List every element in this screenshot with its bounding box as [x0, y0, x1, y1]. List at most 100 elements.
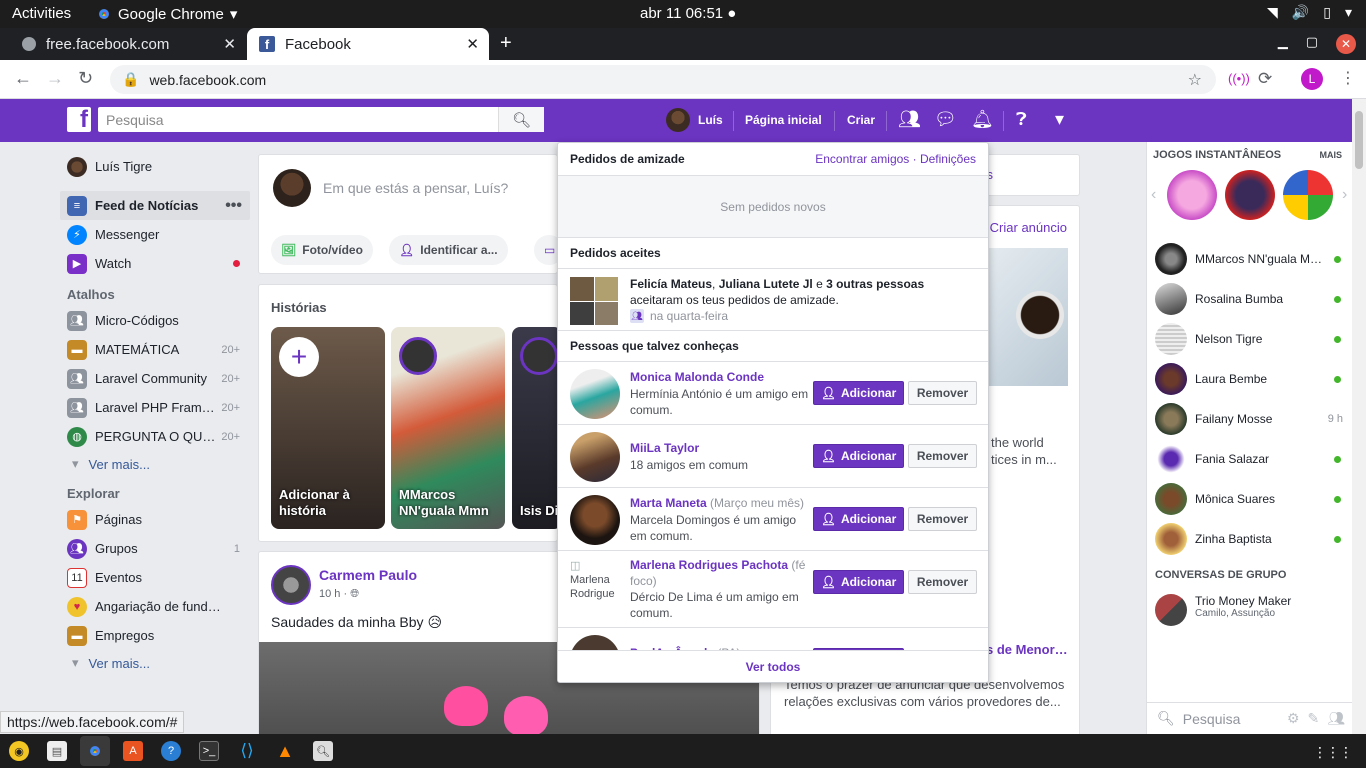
- post-author[interactable]: Carmem Paulo: [319, 567, 417, 583]
- chevron-right-icon[interactable]: ›: [1342, 186, 1347, 204]
- see-all-link[interactable]: Ver todos: [558, 650, 988, 682]
- help-icon[interactable]: ?: [161, 741, 181, 761]
- account-menu-chevron-icon[interactable]: ▾: [1055, 109, 1064, 130]
- sidebar-item-fundraisers[interactable]: ♥ Angariação de fund…: [60, 592, 250, 621]
- sidebar-item-shortcut[interactable]: 👥︎ Laravel PHP Fram… 20+: [60, 393, 250, 422]
- bookmark-star-icon[interactable]: ☆: [1188, 70, 1202, 90]
- sidebar-profile[interactable]: Luís Tigre: [60, 152, 250, 181]
- broken-avatar-image[interactable]: ◫ Marlena Rodrigue: [570, 559, 620, 609]
- omnibox[interactable]: 🔒 web.facebook.com ☆: [110, 65, 1216, 94]
- group-chat-item[interactable]: Trio Money Maker Camilo, Assunção: [1155, 594, 1291, 626]
- show-apps-grid-icon[interactable]: ⋮⋮⋮: [1313, 744, 1353, 761]
- avatar[interactable]: [271, 565, 311, 605]
- clock[interactable]: abr 11 06:51 ●: [640, 5, 736, 22]
- chrome-taskbar-icon[interactable]: [80, 736, 110, 766]
- pymk-name[interactable]: Marta Maneta (Março meu mês): [630, 496, 804, 510]
- game-thumbnail[interactable]: [1283, 170, 1333, 220]
- chat-contact[interactable]: Failany Mosse 9 h: [1155, 399, 1349, 439]
- image-viewer-icon[interactable]: 🔍︎: [313, 741, 333, 761]
- facebook-logo-icon[interactable]: f: [67, 107, 91, 132]
- add-friend-button[interactable]: 👤︎Adicionar: [813, 507, 904, 531]
- chat-contact[interactable]: Mônica Suares: [1155, 479, 1349, 519]
- remove-suggestion-button[interactable]: Remover: [908, 507, 977, 531]
- software-center-icon[interactable]: A: [123, 741, 143, 761]
- chat-contact[interactable]: Laura Bembe: [1155, 359, 1349, 399]
- help-icon[interactable]: ❓︎: [1016, 109, 1027, 130]
- chat-contact[interactable]: MMarcos NN'guala M…: [1155, 239, 1349, 279]
- add-friend-button[interactable]: 👤︎Adicionar: [813, 444, 904, 468]
- rhythmbox-icon[interactable]: ◉: [9, 741, 29, 761]
- chevron-left-icon[interactable]: ‹: [1151, 186, 1156, 204]
- reload-icon[interactable]: ↻: [78, 68, 93, 89]
- accepted-notification[interactable]: Felicía Mateus, Juliana Lutete Jl e 3 ou…: [558, 269, 988, 331]
- close-tab-icon[interactable]: ✕: [223, 35, 236, 53]
- scrollbar-thumb[interactable]: [1355, 111, 1363, 169]
- pymk-name[interactable]: MiiLa Taylor: [630, 441, 699, 455]
- more-options-icon[interactable]: •••: [225, 197, 242, 215]
- add-friend-button[interactable]: 👤︎Adicionar: [813, 381, 904, 405]
- sidebar-item-pages[interactable]: ⚑ Páginas: [60, 505, 250, 534]
- sidebar-item-groups[interactable]: 👥︎ Grupos 1: [60, 534, 250, 563]
- chat-contact[interactable]: Zinha Baptista: [1155, 519, 1349, 559]
- game-thumbnail[interactable]: [1225, 170, 1275, 220]
- sidebar-item-messenger[interactable]: ⚡︎ Messenger: [60, 220, 250, 249]
- remove-suggestion-button[interactable]: Remover: [908, 444, 977, 468]
- extension-icon[interactable]: ((•)): [1228, 71, 1250, 86]
- find-friends-link[interactable]: Encontrar amigos: [815, 152, 909, 166]
- more-games-link[interactable]: MAIS: [1320, 150, 1343, 160]
- menu-kebab-icon[interactable]: ⋮: [1340, 68, 1356, 88]
- composer-input[interactable]: Em que estás a pensar, Luís?: [323, 180, 508, 196]
- chat-contact[interactable]: Nelson Tigre: [1155, 319, 1349, 359]
- sidebar-item-events[interactable]: 11 Eventos: [60, 563, 250, 592]
- tag-friends-button[interactable]: 👤︎ Identificar a...: [389, 235, 508, 265]
- sidebar-item-shortcut[interactable]: ▬ MATEMÁTICA 20+: [60, 335, 250, 364]
- compose-icon[interactable]: ✎: [1307, 710, 1319, 727]
- close-tab-icon[interactable]: ✕: [466, 35, 479, 53]
- app-menu[interactable]: Google Chrome ▾: [96, 5, 237, 23]
- game-thumbnail[interactable]: [1167, 170, 1217, 220]
- new-tab-button[interactable]: +: [500, 32, 512, 55]
- messenger-icon[interactable]: 💬︎: [934, 109, 957, 130]
- pymk-name[interactable]: Marlena Rodrigues Pachota (fé foco): [630, 557, 810, 589]
- back-icon[interactable]: ←: [14, 68, 32, 89]
- header-profile-link[interactable]: Luís: [666, 108, 723, 132]
- extension-reload-icon[interactable]: ⟳: [1258, 69, 1272, 89]
- sidebar-item-watch[interactable]: ▶ Watch: [60, 249, 250, 278]
- forward-icon[interactable]: →: [46, 68, 64, 89]
- sidebar-item-shortcut[interactable]: 👥︎ Micro-Códigos: [60, 306, 250, 335]
- page-scrollbar[interactable]: [1352, 99, 1366, 734]
- files-icon[interactable]: ▤: [47, 741, 67, 761]
- activities-button[interactable]: Activities: [12, 5, 71, 22]
- chat-contact[interactable]: Rosalina Bumba: [1155, 279, 1349, 319]
- notifications-bell-icon[interactable]: 🔔︎: [971, 109, 994, 130]
- see-more-shortcuts-link[interactable]: ▾ Ver mais...: [60, 451, 250, 477]
- chat-contact[interactable]: Fania Salazar: [1155, 439, 1349, 479]
- remove-suggestion-button[interactable]: Remover: [908, 381, 977, 405]
- story-add[interactable]: + Adicionar à história: [271, 327, 385, 529]
- close-window-icon[interactable]: ✕: [1336, 34, 1356, 54]
- group-add-icon[interactable]: 👥︎: [1327, 710, 1345, 727]
- minimize-icon[interactable]: ▁: [1278, 34, 1288, 54]
- remove-suggestion-button[interactable]: Remover: [908, 570, 977, 594]
- gear-icon[interactable]: ⚙: [1287, 710, 1300, 727]
- tab-facebook[interactable]: f Facebook ✕: [247, 28, 489, 60]
- avatar[interactable]: [570, 432, 620, 482]
- story-item[interactable]: Isis Di: [512, 327, 562, 529]
- avatar[interactable]: [570, 495, 620, 545]
- home-link[interactable]: Página inicial: [745, 113, 822, 127]
- pymk-name[interactable]: Monica Malonda Conde: [630, 370, 764, 384]
- create-ad-link[interactable]: Criar anúncio: [990, 220, 1067, 235]
- photo-video-button[interactable]: 🖼︎ Foto/vídeo: [271, 235, 373, 265]
- sidebar-item-news-feed[interactable]: ≡ Feed de Notícias •••: [60, 191, 250, 220]
- create-link[interactable]: Criar: [847, 113, 875, 127]
- search-icon[interactable]: 🔍︎: [498, 107, 544, 132]
- vscode-icon[interactable]: ⟨⟩: [237, 741, 257, 761]
- system-tray[interactable]: ◥ 🔊 ▯ ▾: [1267, 4, 1352, 21]
- chat-search-input[interactable]: 🔍︎ Pesquisa ⚙ ✎ 👥︎: [1147, 702, 1353, 734]
- sidebar-item-shortcut[interactable]: ◍ PERGUNTA O QU… 20+: [60, 422, 250, 451]
- tab-free-facebook[interactable]: free.facebook.com ✕: [10, 28, 246, 60]
- see-more-explore-link[interactable]: ▾ Ver mais...: [60, 650, 250, 676]
- add-friend-button[interactable]: 👤︎Adicionar: [813, 570, 904, 594]
- sidebar-item-shortcut[interactable]: 👥︎ Laravel Community 20+: [60, 364, 250, 393]
- vlc-icon[interactable]: ▲: [275, 741, 295, 761]
